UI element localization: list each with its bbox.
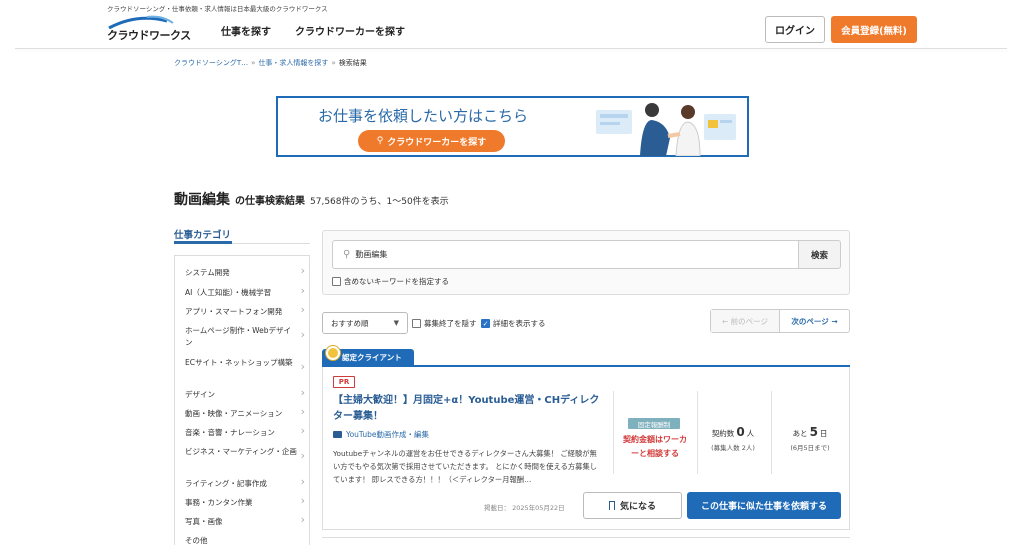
category-item[interactable]: 写真・画像 bbox=[185, 516, 297, 528]
nav-find-workers[interactable]: クラウドワーカーを探す bbox=[295, 23, 405, 38]
chevron-right-icon: › bbox=[300, 405, 305, 418]
job-category[interactable]: YouTube動画作成・編集 bbox=[333, 429, 429, 440]
breadcrumb-separator: » bbox=[331, 59, 336, 67]
chevron-right-icon: › bbox=[300, 494, 305, 507]
find-workers-label: クラウドワーカーを探す bbox=[387, 137, 487, 148]
breadcrumb: クラウドソーシングT…» 仕事・求人情報を探す» 検索結果 bbox=[174, 58, 367, 68]
breadcrumb-home[interactable]: クラウドソーシングT… bbox=[174, 59, 248, 67]
deadline-date: (6月5日まで) bbox=[790, 444, 830, 452]
favorite-button[interactable]: 気になる bbox=[583, 492, 682, 519]
search-icon: ⚲ bbox=[376, 136, 384, 146]
column-divider bbox=[771, 391, 772, 474]
favorite-label: 気になる bbox=[619, 502, 656, 512]
category-item[interactable]: ビジネス・マーケティング・企画 bbox=[185, 446, 297, 458]
pagination: ← 前のページ 次のページ → bbox=[710, 309, 850, 333]
category-item[interactable]: アプリ・スマートフォン開発 bbox=[185, 306, 297, 318]
category-item[interactable]: その他 bbox=[185, 535, 297, 547]
register-button[interactable]: 会員登録(無料) bbox=[831, 16, 917, 43]
days-remaining: あと 5 日 bbox=[776, 425, 844, 439]
verified-client-icon bbox=[326, 346, 340, 360]
hide-closed-label: 募集終了を隠す bbox=[424, 319, 477, 328]
breadcrumb-job-search[interactable]: 仕事・求人情報を探す bbox=[258, 59, 328, 67]
contract-number: 0 bbox=[736, 425, 745, 439]
show-detail-checkbox[interactable]: ✓ bbox=[481, 319, 490, 328]
chevron-right-icon: › bbox=[300, 328, 305, 341]
banner-title: お仕事を依頼したい方はこちら bbox=[318, 107, 529, 125]
posted-date: 掲載日： 2025年05月22日 bbox=[484, 504, 565, 512]
sort-select[interactable]: おすすめ順 ▼ bbox=[322, 312, 408, 334]
hire-worker-banner[interactable]: お仕事を依頼したい方はこちら ⚲ クラウドワーカーを探す bbox=[276, 96, 749, 157]
category-item[interactable]: AI（人工知能）・機械学習 bbox=[185, 287, 297, 299]
chevron-down-icon: ▼ bbox=[393, 319, 399, 327]
category-list: システム開発 › AI（人工知能）・機械学習 › アプリ・スマートフォン開発 ›… bbox=[174, 255, 310, 545]
results-heading: 動画編集 の仕事検索結果 57,568件のうち、1〜50件を表示 bbox=[174, 189, 449, 209]
sort-value: おすすめ順 bbox=[331, 318, 369, 328]
contract-count: 契約数 0 人 bbox=[699, 425, 767, 439]
sidebar-rule bbox=[232, 243, 310, 244]
category-item[interactable]: 動画・映像・アニメーション bbox=[185, 408, 297, 420]
chevron-right-icon: › bbox=[300, 449, 305, 462]
search-input[interactable]: ⚲ 動画編集 bbox=[332, 240, 799, 269]
results-suffix: の仕事検索結果 bbox=[235, 196, 305, 207]
search-input-value: 動画編集 bbox=[355, 250, 388, 259]
column-divider bbox=[613, 391, 614, 474]
bookmark-icon bbox=[608, 501, 615, 510]
category-item[interactable]: ライティング・記事作成 bbox=[185, 478, 297, 490]
sidebar-title-underline bbox=[174, 241, 232, 244]
handshake-illustration-icon bbox=[596, 103, 736, 156]
logo-text: クラウドワークス bbox=[107, 29, 191, 42]
search-button[interactable]: 検索 bbox=[798, 240, 841, 269]
exclude-keyword-checkbox[interactable] bbox=[332, 277, 341, 286]
next-page-button[interactable]: 次のページ → bbox=[780, 310, 849, 332]
show-detail-label: 詳細を表示する bbox=[493, 319, 546, 328]
search-icon: ⚲ bbox=[343, 249, 351, 260]
chevron-right-icon: › bbox=[300, 475, 305, 488]
results-count: 57,568件のうち、1〜50件を表示 bbox=[310, 197, 449, 207]
request-similar-job-button[interactable]: この仕事に似た仕事を依頼する bbox=[687, 492, 841, 519]
header-divider bbox=[15, 48, 1007, 49]
hide-closed-toggle[interactable]: 募集終了を隠す bbox=[412, 318, 477, 329]
job-category-label: YouTube動画作成・編集 bbox=[346, 430, 429, 439]
exclude-keyword-toggle[interactable]: 含めないキーワードを指定する bbox=[332, 276, 449, 287]
recruit-count: (募集人数 2人) bbox=[711, 444, 755, 452]
job-description: Youtubeチャンネルの運営をお任せできるディレクターさん大募集！ ご経験が無… bbox=[333, 449, 598, 484]
login-button[interactable]: ログイン bbox=[765, 16, 825, 43]
chevron-right-icon: › bbox=[300, 303, 305, 316]
chevron-right-icon: › bbox=[300, 513, 305, 526]
category-item[interactable]: 事務・カンタン作業 bbox=[185, 497, 297, 509]
contract-unit: 人 bbox=[746, 429, 755, 438]
category-item[interactable]: 音楽・音響・ナレーション bbox=[185, 427, 297, 439]
hide-closed-checkbox[interactable] bbox=[412, 319, 421, 328]
pr-badge: PR bbox=[333, 376, 355, 388]
crowdworks-logo[interactable]: クラウドワークス bbox=[107, 15, 191, 42]
sidebar-title: 仕事カテゴリ bbox=[174, 230, 232, 241]
contract-label: 契約数 bbox=[711, 429, 735, 438]
find-workers-button[interactable]: ⚲ クラウドワーカーを探す bbox=[358, 130, 505, 152]
breadcrumb-separator: » bbox=[251, 59, 256, 67]
category-item[interactable]: ホームページ制作・Webデザイン bbox=[185, 325, 297, 348]
results-keyword: 動画編集 bbox=[174, 192, 230, 208]
nav-find-jobs[interactable]: 仕事を探す bbox=[221, 23, 271, 38]
category-item[interactable]: システム開発 bbox=[185, 267, 297, 279]
chevron-right-icon: › bbox=[300, 424, 305, 437]
remain-prefix: あと bbox=[792, 429, 808, 438]
site-tagline: クラウドソーシング・仕事依頼・求人情報は日本最大級のクラウドワークス bbox=[107, 5, 328, 13]
column-divider bbox=[697, 391, 698, 474]
chevron-right-icon: › bbox=[300, 284, 305, 297]
category-item[interactable]: ECサイト・ネットショップ構築 bbox=[185, 357, 297, 369]
job-title-link[interactable]: 【主婦大歓迎！】月固定+α！Youtube運営・CHディレクター募集！ bbox=[333, 393, 603, 424]
category-item[interactable]: デザイン bbox=[185, 389, 297, 401]
remain-unit: 日 bbox=[819, 429, 828, 438]
chevron-right-icon: › bbox=[300, 264, 305, 277]
folder-icon bbox=[333, 431, 342, 438]
remain-number: 5 bbox=[809, 425, 818, 439]
chevron-right-icon: › bbox=[300, 360, 305, 373]
price-text: 契約金額はワーカーと相談する bbox=[623, 435, 687, 458]
show-detail-toggle[interactable]: ✓ 詳細を表示する bbox=[481, 318, 546, 329]
chevron-right-icon: › bbox=[300, 386, 305, 399]
exclude-keyword-label: 含めないキーワードを指定する bbox=[344, 277, 449, 286]
breadcrumb-current: 検索結果 bbox=[338, 59, 367, 67]
prev-page-button[interactable]: ← 前のページ bbox=[711, 310, 780, 332]
fixed-price-badge: 固定報酬制 bbox=[628, 418, 680, 429]
